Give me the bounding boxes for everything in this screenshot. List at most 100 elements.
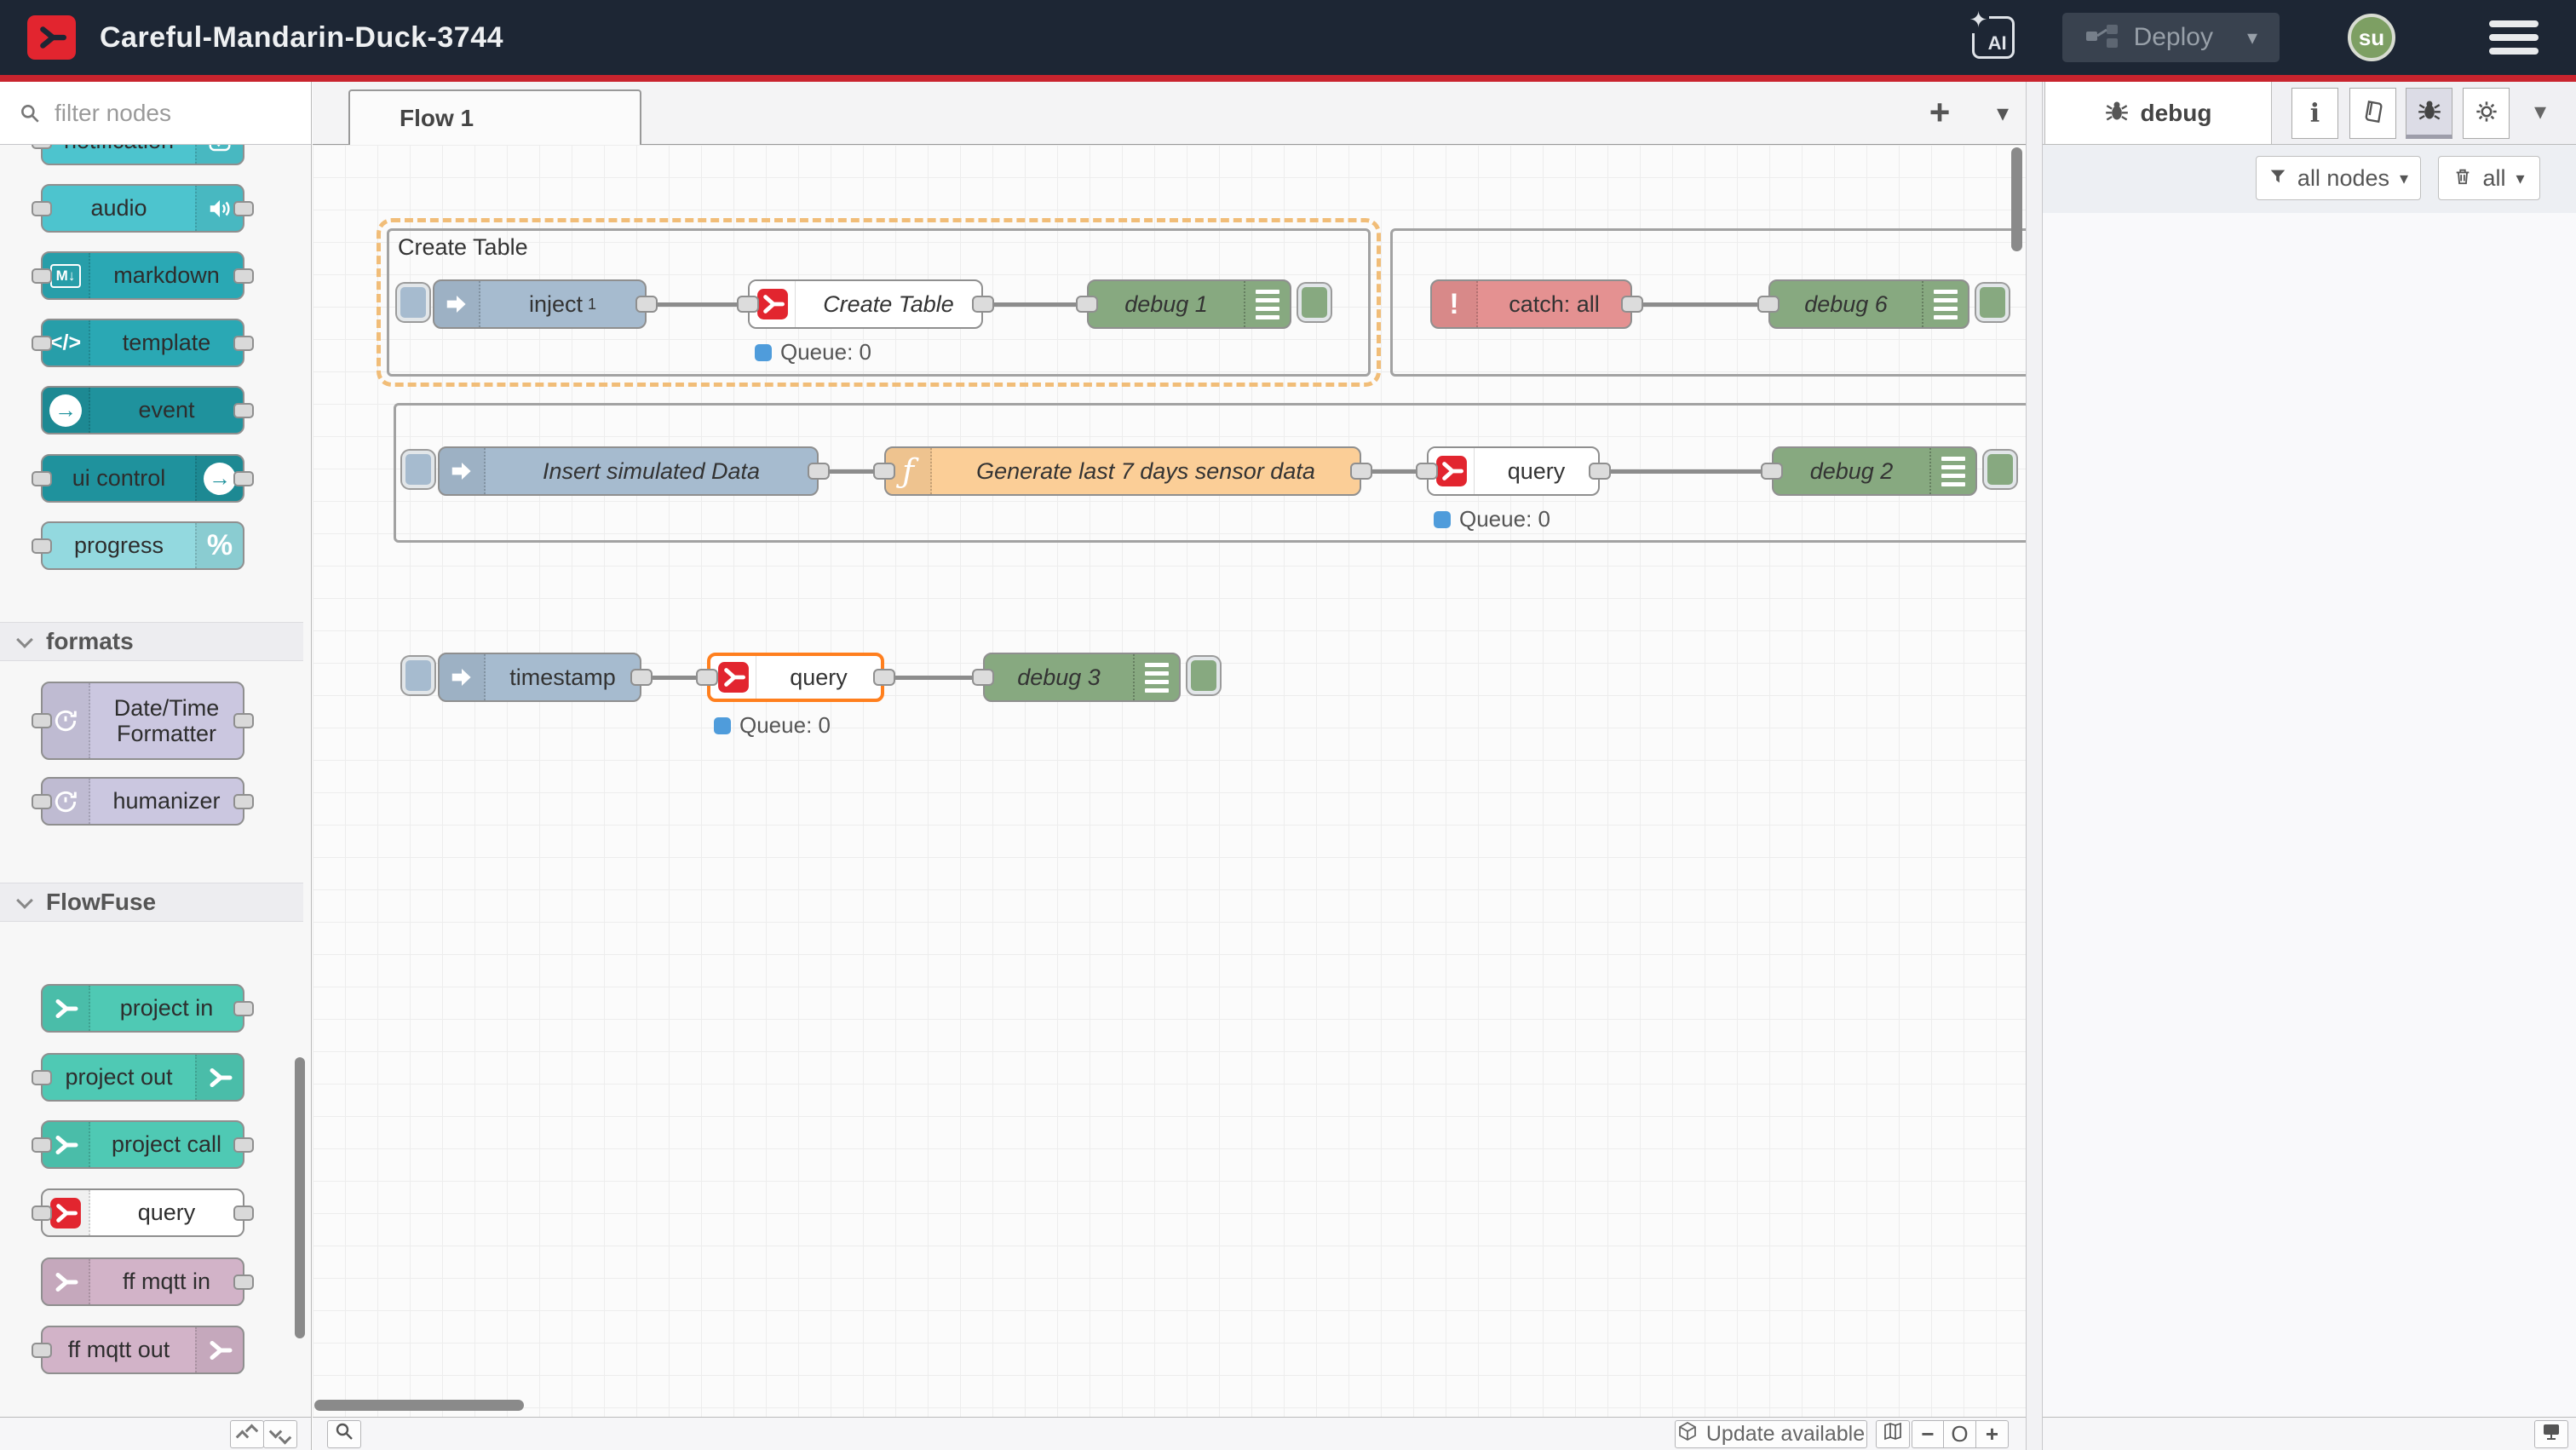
node-inject-1[interactable]: inject1 bbox=[433, 279, 647, 329]
palette-category-formats[interactable]: formats bbox=[0, 622, 303, 661]
zoom-in-button[interactable]: + bbox=[1976, 1420, 2009, 1448]
output-port[interactable] bbox=[233, 268, 254, 284]
config-tab-button[interactable] bbox=[2463, 88, 2510, 139]
canvas-vertical-scrollbar[interactable] bbox=[2011, 147, 2022, 251]
palette-collapse-down-button[interactable] bbox=[263, 1420, 297, 1448]
palette-node-ui-control[interactable]: ui control→ bbox=[41, 454, 244, 503]
input-port[interactable] bbox=[1757, 296, 1780, 313]
debug-filter-button[interactable]: all nodes ▾ bbox=[2256, 156, 2421, 200]
zoom-out-button[interactable]: − bbox=[1912, 1420, 1944, 1448]
sidebar-tabs-caret-icon[interactable]: ▾ bbox=[2534, 97, 2546, 125]
wire[interactable] bbox=[647, 302, 748, 307]
info-tab-button[interactable]: i bbox=[2291, 88, 2338, 139]
debug-tab-button[interactable] bbox=[2406, 88, 2452, 139]
debug-clear-button[interactable]: all ▾ bbox=[2438, 156, 2540, 200]
output-port[interactable] bbox=[233, 713, 254, 728]
minimap-button[interactable] bbox=[1876, 1420, 1910, 1448]
palette-scroll-area[interactable]: notificationaudioM↓markdown</>template→e… bbox=[0, 145, 311, 1383]
help-tab-button[interactable] bbox=[2349, 88, 2396, 139]
node-catch-all[interactable]: !catch: all bbox=[1430, 279, 1632, 329]
main-menu-button[interactable] bbox=[2489, 20, 2539, 55]
output-port[interactable] bbox=[233, 403, 254, 418]
input-port[interactable] bbox=[32, 268, 52, 284]
wire[interactable] bbox=[983, 302, 1087, 307]
output-port[interactable] bbox=[233, 336, 254, 351]
input-port[interactable] bbox=[1076, 296, 1098, 313]
input-port[interactable] bbox=[972, 669, 994, 686]
update-available-button[interactable]: Update available bbox=[1675, 1420, 1867, 1448]
node-query-3[interactable]: query bbox=[707, 653, 884, 702]
output-port[interactable] bbox=[630, 669, 653, 686]
node-debug-1[interactable]: debug 1 bbox=[1087, 279, 1291, 329]
palette-node-ff-mqtt-out[interactable]: ff mqtt out bbox=[41, 1326, 244, 1374]
zoom-reset-button[interactable]: O bbox=[1944, 1420, 1976, 1448]
node-create-table[interactable]: Create Table bbox=[748, 279, 983, 329]
input-port[interactable] bbox=[32, 1205, 52, 1221]
input-port[interactable] bbox=[32, 201, 52, 216]
input-port[interactable] bbox=[32, 336, 52, 351]
ai-assistant-button[interactable]: ✦ AI bbox=[1972, 16, 2015, 59]
flow-tab[interactable]: Flow 1 bbox=[348, 89, 641, 145]
output-port[interactable] bbox=[635, 296, 658, 313]
node-query-2[interactable]: query bbox=[1427, 446, 1600, 496]
node-debug-3[interactable]: debug 3 bbox=[983, 653, 1181, 702]
input-port[interactable] bbox=[696, 669, 718, 686]
palette-node-project-call[interactable]: project call bbox=[41, 1120, 244, 1169]
palette-node-date-time-formatter[interactable]: Date/Time Formatter bbox=[41, 682, 244, 760]
add-flow-button[interactable]: + bbox=[1918, 94, 1962, 133]
canvas-horizontal-scrollbar[interactable] bbox=[314, 1400, 524, 1411]
output-port[interactable] bbox=[1621, 296, 1643, 313]
sidebar-tab-debug[interactable]: debug bbox=[2044, 82, 2272, 145]
output-port[interactable] bbox=[233, 1275, 254, 1290]
inject-trigger-button[interactable] bbox=[397, 284, 429, 321]
palette-node-notification[interactable]: notification bbox=[41, 145, 244, 165]
input-port[interactable] bbox=[32, 713, 52, 728]
palette-node-template[interactable]: </>template bbox=[41, 319, 244, 367]
input-port[interactable] bbox=[32, 1137, 52, 1153]
user-avatar[interactable]: su bbox=[2348, 14, 2395, 61]
palette-category-flowfuse[interactable]: FlowFuse bbox=[0, 883, 303, 922]
input-port[interactable] bbox=[737, 296, 759, 313]
deploy-button[interactable]: Deploy ▾ bbox=[2062, 13, 2280, 62]
input-port[interactable] bbox=[1416, 463, 1438, 480]
output-port[interactable] bbox=[1350, 463, 1372, 480]
canvas-search-button[interactable] bbox=[327, 1420, 361, 1448]
palette-node-progress[interactable]: progress% bbox=[41, 521, 244, 570]
output-port[interactable] bbox=[233, 794, 254, 809]
palette-node-query[interactable]: query bbox=[41, 1188, 244, 1237]
palette-node-ff-mqtt-in[interactable]: ff mqtt in bbox=[41, 1257, 244, 1306]
output-port[interactable] bbox=[1589, 463, 1611, 480]
output-port[interactable] bbox=[233, 1001, 254, 1016]
debug-toggle-button[interactable] bbox=[1976, 284, 2009, 321]
inject-trigger-button[interactable] bbox=[402, 451, 434, 488]
debug-toggle-button[interactable] bbox=[1187, 657, 1220, 694]
node-generate-sensor-data[interactable]: ƒGenerate last 7 days sensor data bbox=[884, 446, 1361, 496]
output-port[interactable] bbox=[972, 296, 994, 313]
palette-collapse-up-button[interactable] bbox=[230, 1420, 264, 1448]
output-port[interactable] bbox=[873, 669, 895, 686]
input-port[interactable] bbox=[32, 471, 52, 486]
wire[interactable] bbox=[884, 676, 983, 680]
output-port[interactable] bbox=[233, 471, 254, 486]
palette-node-markdown[interactable]: M↓markdown bbox=[41, 251, 244, 300]
input-port[interactable] bbox=[1761, 463, 1783, 480]
flow-list-caret-icon[interactable]: ▾ bbox=[1981, 94, 2025, 133]
palette-node-project-out[interactable]: project out bbox=[41, 1053, 244, 1102]
wire[interactable] bbox=[1600, 469, 1772, 474]
output-port[interactable] bbox=[233, 201, 254, 216]
node-debug-2[interactable]: debug 2 bbox=[1772, 446, 1977, 496]
deploy-dropdown-caret-icon[interactable]: ▾ bbox=[2247, 26, 2257, 50]
input-port[interactable] bbox=[32, 145, 52, 149]
input-port[interactable] bbox=[32, 794, 52, 809]
debug-toggle-button[interactable] bbox=[1984, 451, 2016, 488]
palette-search[interactable] bbox=[0, 82, 311, 145]
wire[interactable] bbox=[1632, 302, 1768, 307]
input-port[interactable] bbox=[873, 463, 895, 480]
input-port[interactable] bbox=[32, 538, 52, 554]
node-insert-simulated-data[interactable]: Insert simulated Data bbox=[438, 446, 819, 496]
palette-scrollbar[interactable] bbox=[295, 1057, 305, 1338]
palette-node-project-in[interactable]: project in bbox=[41, 984, 244, 1033]
debug-toggle-button[interactable] bbox=[1298, 284, 1331, 321]
node-timestamp[interactable]: timestamp bbox=[438, 653, 641, 702]
output-port[interactable] bbox=[233, 1205, 254, 1221]
